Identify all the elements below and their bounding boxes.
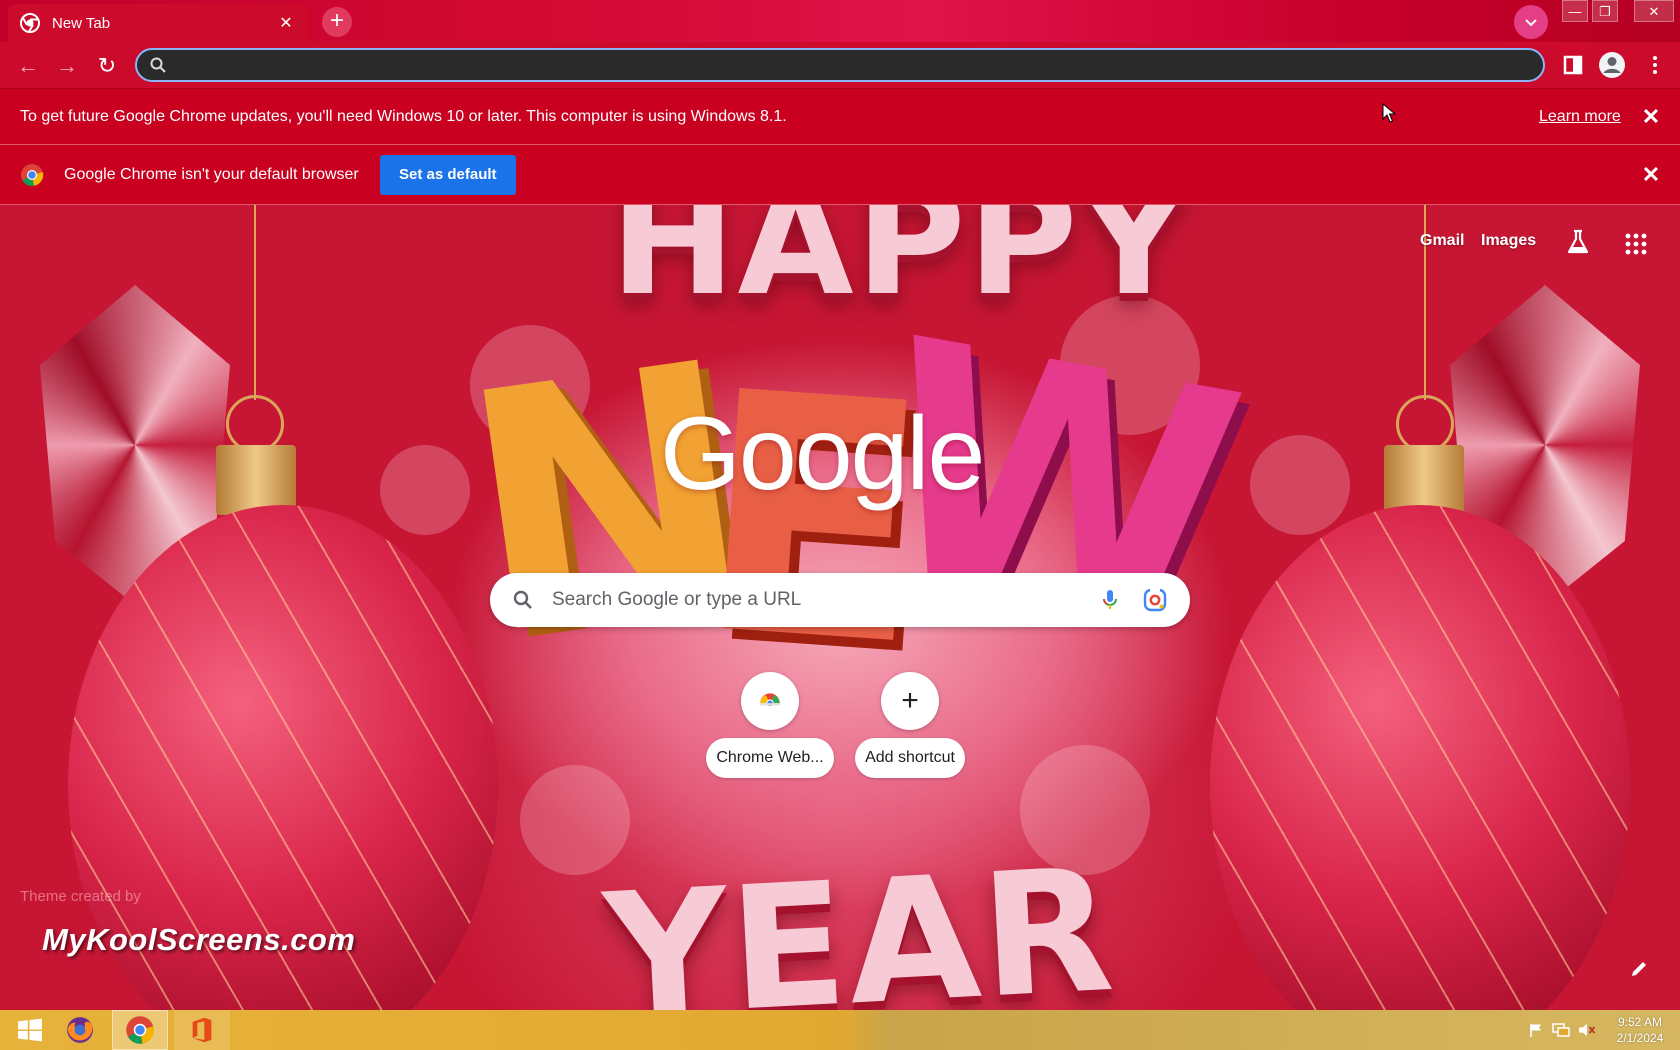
window-maximize-button[interactable]: ❐ bbox=[1592, 0, 1618, 22]
more-menu-icon[interactable] bbox=[1640, 50, 1670, 80]
network-icon[interactable] bbox=[1552, 1022, 1570, 1038]
tab-close-icon[interactable]: ✕ bbox=[276, 13, 296, 33]
bokeh-light bbox=[380, 445, 470, 535]
shortcut-tile[interactable]: + bbox=[881, 672, 939, 730]
update-infobar-close-icon[interactable]: ✕ bbox=[1640, 105, 1662, 128]
clock-time: 9:52 AM bbox=[1617, 1015, 1663, 1029]
add-shortcut[interactable]: + Add shortcut bbox=[846, 672, 974, 778]
start-icon bbox=[18, 1018, 42, 1042]
taskbar-chrome[interactable] bbox=[112, 1010, 168, 1050]
tab-new-tab[interactable]: New Tab ✕ bbox=[8, 4, 308, 42]
google-apps-icon[interactable] bbox=[1624, 232, 1648, 256]
theme-credit-text: Theme created by bbox=[20, 888, 141, 905]
shortcut-tile[interactable] bbox=[741, 672, 799, 730]
learn-more-link[interactable]: Learn more bbox=[1539, 108, 1621, 126]
google-logo: Google bbox=[660, 396, 985, 512]
search-icon bbox=[150, 57, 166, 73]
profile-avatar-icon[interactable] bbox=[1597, 50, 1627, 80]
bokeh-light bbox=[1250, 435, 1350, 535]
shortcut-label[interactable]: Add shortcut bbox=[855, 738, 965, 778]
system-clock[interactable]: 9:52 AM 2/1/2024 bbox=[1604, 1014, 1676, 1046]
chrome-logo-icon bbox=[21, 163, 44, 186]
chevron-down-icon bbox=[1525, 19, 1537, 27]
taskbar-office[interactable] bbox=[174, 1010, 230, 1050]
chrome-web-store-icon bbox=[760, 693, 780, 707]
back-button[interactable]: ← bbox=[14, 52, 42, 80]
ntp-search-box[interactable] bbox=[490, 573, 1190, 627]
gmail-link[interactable]: Gmail bbox=[1420, 232, 1464, 250]
images-link[interactable]: Images bbox=[1481, 232, 1536, 250]
search-icon bbox=[513, 590, 532, 609]
default-browser-infobar: Google Chrome isn't your default browser… bbox=[0, 145, 1680, 205]
window-minimize-button[interactable]: — bbox=[1562, 0, 1588, 22]
address-bar[interactable] bbox=[135, 48, 1545, 82]
shortcut-chrome-web-store[interactable]: Chrome Web... bbox=[706, 672, 834, 778]
google-lens-icon[interactable] bbox=[1142, 587, 1168, 613]
address-input[interactable] bbox=[177, 56, 1543, 74]
screen: New Tab ✕ + — ❐ ✕ ← → ↻ To get future Go… bbox=[0, 0, 1680, 1050]
start-button[interactable] bbox=[2, 1010, 58, 1050]
search-labs-icon[interactable] bbox=[1564, 228, 1592, 256]
chrome-favicon-icon bbox=[20, 13, 40, 33]
shortcut-label[interactable]: Chrome Web... bbox=[706, 738, 834, 778]
ntp-search-input[interactable] bbox=[552, 589, 1098, 611]
reload-button[interactable]: ↻ bbox=[93, 52, 121, 80]
taskbar-firefox[interactable] bbox=[52, 1010, 108, 1050]
new-tab-button[interactable]: + bbox=[322, 7, 352, 37]
tab-search-button[interactable] bbox=[1514, 5, 1548, 39]
action-center-flag-icon[interactable] bbox=[1528, 1022, 1544, 1038]
side-panel-icon[interactable] bbox=[1558, 50, 1588, 80]
voice-search-icon[interactable] bbox=[1098, 588, 1122, 612]
office-icon bbox=[192, 1017, 212, 1043]
tab-strip: New Tab ✕ + — ❐ ✕ bbox=[0, 0, 1680, 42]
update-infobar: To get future Google Chrome updates, you… bbox=[0, 88, 1680, 145]
windows-taskbar: 9:52 AM 2/1/2024 bbox=[0, 1010, 1680, 1050]
tab-title: New Tab bbox=[52, 14, 111, 32]
chrome-icon bbox=[126, 1016, 155, 1044]
theme-brand-text[interactable]: MyKoolScreens.com bbox=[42, 922, 355, 958]
plus-icon: + bbox=[901, 684, 919, 717]
default-browser-message: Google Chrome isn't your default browser bbox=[64, 165, 359, 183]
volume-muted-icon[interactable] bbox=[1578, 1022, 1596, 1038]
firefox-icon bbox=[67, 1017, 93, 1043]
default-infobar-close-icon[interactable]: ✕ bbox=[1640, 163, 1662, 186]
mouse-cursor-icon bbox=[1382, 103, 1396, 123]
clock-date: 2/1/2024 bbox=[1616, 1031, 1664, 1045]
window-close-button[interactable]: ✕ bbox=[1634, 0, 1674, 22]
ornament-string-left bbox=[254, 205, 256, 400]
forward-button[interactable]: → bbox=[53, 52, 81, 80]
theme-word-year: YEAR bbox=[600, 831, 1120, 1010]
set-as-default-button[interactable]: Set as default bbox=[380, 155, 516, 195]
customize-pencil-icon[interactable] bbox=[1628, 958, 1650, 980]
update-message: To get future Google Chrome updates, you… bbox=[20, 107, 787, 125]
